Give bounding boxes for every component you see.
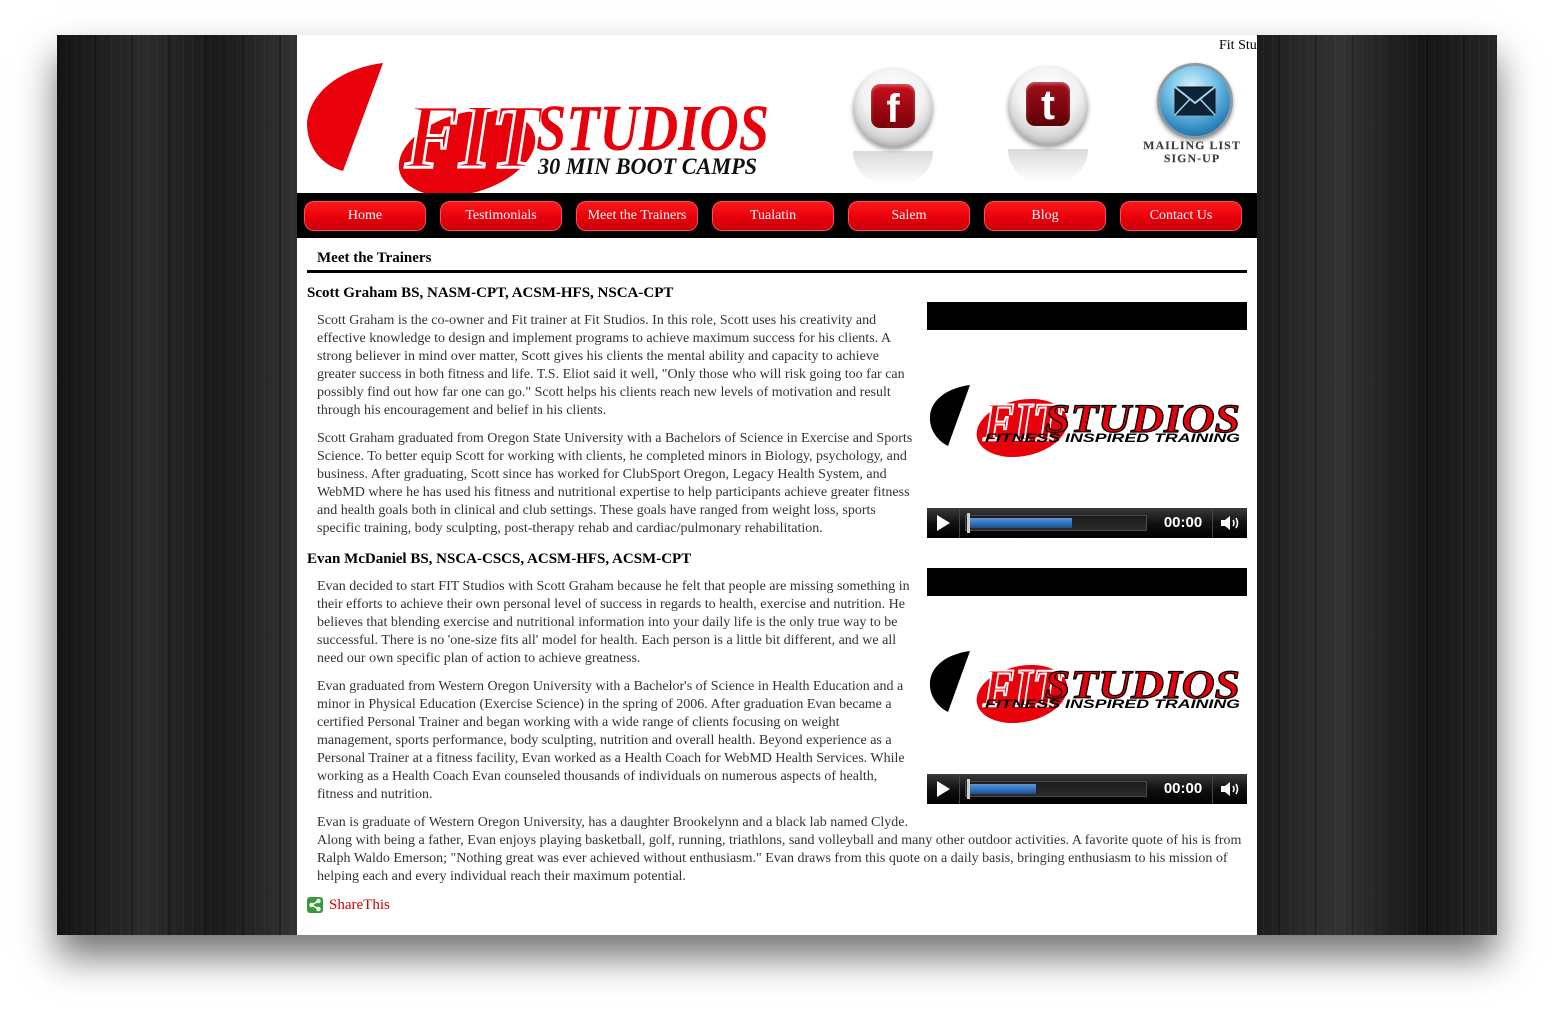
logo-tagline: 30 MIN BOOT CAMPS xyxy=(537,154,757,179)
site-logo[interactable]: FIT STUDIOS 30 MIN BOOT CAMPS xyxy=(307,63,777,193)
mailing-list-signup-label[interactable]: SIGN-UP xyxy=(1127,152,1257,165)
play-button[interactable] xyxy=(927,774,960,804)
nav-meet-the-trainers[interactable]: Meet the Trainers xyxy=(576,201,698,231)
seek-bar[interactable] xyxy=(965,779,1147,799)
facebook-button[interactable]: f xyxy=(853,68,933,148)
play-icon xyxy=(937,781,950,797)
video-logo: FIT STUDIOS FITNESS INSPIRED TRAINING xyxy=(929,651,1241,724)
nav-testimonials[interactable]: Testimonials xyxy=(440,201,562,231)
playhead[interactable] xyxy=(967,779,970,799)
video-player: FIT STUDIOS FITNESS INSPIRED TRAINING 00… xyxy=(927,568,1247,804)
buffer-fill xyxy=(968,784,1036,794)
main-nav: Home Testimonials Meet the Trainers Tual… xyxy=(297,193,1257,238)
mailing-list-button[interactable] xyxy=(1157,63,1233,139)
nav-blog[interactable]: Blog xyxy=(984,201,1106,231)
logo-left-crescent xyxy=(307,63,383,171)
header-ticker: Fit Stu xyxy=(1219,38,1257,53)
main-content: Meet the Trainers Scott Graham BS, NASM-… xyxy=(307,238,1247,914)
play-button[interactable] xyxy=(927,508,960,538)
buffer-fill xyxy=(968,518,1072,528)
video-screen[interactable]: FIT STUDIOS FITNESS INSPIRED TRAINING xyxy=(927,330,1247,508)
logo-fit: FIT xyxy=(404,85,544,187)
sharethis-link[interactable]: ShareThis xyxy=(307,896,1247,914)
page-title: Meet the Trainers xyxy=(307,246,1247,273)
speaker-icon xyxy=(1221,782,1239,796)
trainer-name: Evan McDaniel BS, NSCA-CSCS, ACSM-HFS, A… xyxy=(307,551,692,567)
video-screen[interactable]: FIT STUDIOS FITNESS INSPIRED TRAINING xyxy=(927,596,1247,774)
browser-window: Fit Stu FIT STUDIOS 30 MIN BOOT CAMPS f … xyxy=(57,35,1497,935)
envelope-icon xyxy=(1174,86,1216,116)
page-column: Fit Stu FIT STUDIOS 30 MIN BOOT CAMPS f … xyxy=(297,35,1257,935)
nav-salem[interactable]: Salem xyxy=(848,201,970,231)
video-player: FIT STUDIOS FITNESS INSPIRED TRAINING 00… xyxy=(927,302,1247,538)
bio-paragraph: Evan is graduate of Western Oregon Unive… xyxy=(317,815,1242,884)
time-display: 00:00 xyxy=(1163,514,1203,531)
volume-button[interactable] xyxy=(1212,508,1247,538)
time-display: 00:00 xyxy=(1163,780,1203,797)
playhead[interactable] xyxy=(967,513,970,533)
nav-contact-us[interactable]: Contact Us xyxy=(1120,201,1242,231)
site-header: Fit Stu FIT STUDIOS 30 MIN BOOT CAMPS f … xyxy=(297,35,1257,193)
svg-text:FITNESS INSPIRED TRAINING: FITNESS INSPIRED TRAINING xyxy=(985,431,1240,445)
twitter-icon: t xyxy=(1026,82,1070,128)
play-icon xyxy=(937,515,950,531)
video-logo: FIT STUDIOS FITNESS INSPIRED TRAINING xyxy=(929,385,1241,458)
seek-bar[interactable] xyxy=(965,513,1147,533)
facebook-reflection xyxy=(853,151,933,185)
video-title-bar xyxy=(927,302,1247,330)
twitter-button[interactable]: t xyxy=(1008,66,1088,146)
svg-text:FITNESS INSPIRED TRAINING: FITNESS INSPIRED TRAINING xyxy=(985,697,1240,711)
share-icon xyxy=(307,897,323,913)
sharethis-label[interactable]: ShareThis xyxy=(329,896,390,914)
video-title-bar xyxy=(927,568,1247,596)
nav-home[interactable]: Home xyxy=(304,201,426,231)
volume-button[interactable] xyxy=(1212,774,1247,804)
video-controls: 00:00 xyxy=(927,508,1247,538)
trainer-name: Scott Graham BS, NASM-CPT, ACSM-HFS, NSC… xyxy=(307,285,674,301)
twitter-reflection xyxy=(1008,149,1088,183)
video-controls: 00:00 xyxy=(927,774,1247,804)
facebook-icon: f xyxy=(871,84,915,131)
nav-tualatin[interactable]: Tualatin xyxy=(712,201,834,231)
speaker-icon xyxy=(1221,516,1239,530)
